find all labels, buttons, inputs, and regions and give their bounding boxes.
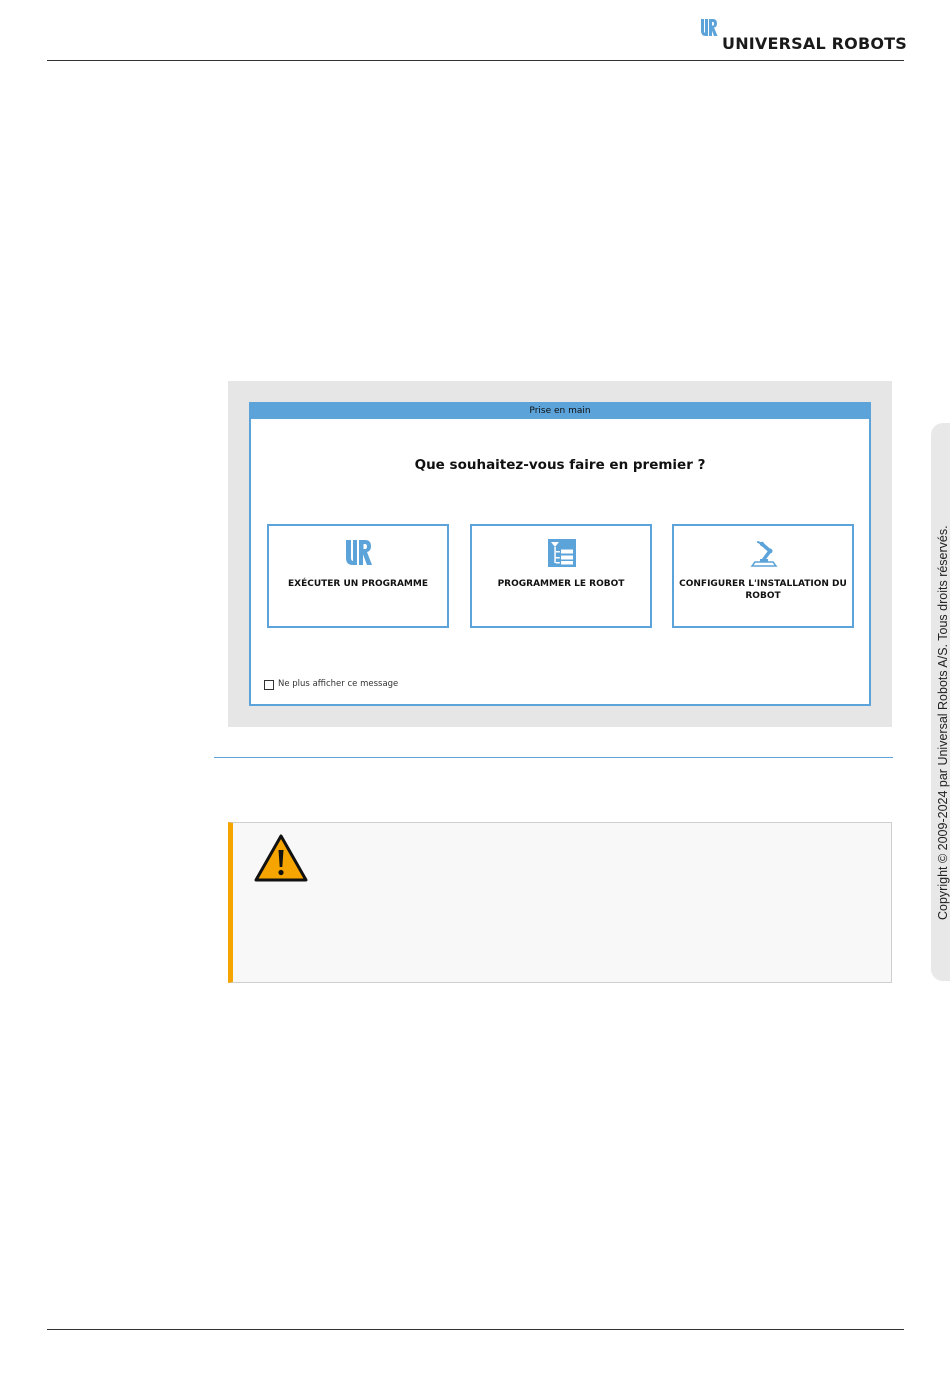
program-robot-label: PROGRAMMER LE ROBOT xyxy=(497,579,625,589)
configure-installation-button[interactable]: CONFIGURER L'INSTALLATION DU ROBOT xyxy=(672,524,854,628)
run-program-label: EXÉCUTER UN PROGRAMME xyxy=(288,579,428,589)
program-tree-icon xyxy=(548,539,576,567)
configure-installation-label: CONFIGURER L'INSTALLATION DU ROBOT xyxy=(679,579,847,601)
warning-box xyxy=(228,822,892,983)
footer-divider xyxy=(47,1329,904,1330)
header-divider xyxy=(47,60,904,61)
warning-triangle-icon xyxy=(254,834,308,882)
ur-logo-icon xyxy=(701,19,718,36)
copyright-text: Copyright © 2009-2024 par Universal Robo… xyxy=(936,525,950,920)
dialog-title: Prise en main xyxy=(251,404,869,419)
dont-show-checkbox[interactable] xyxy=(264,680,274,690)
program-robot-button[interactable]: PROGRAMMER LE ROBOT xyxy=(470,524,652,628)
ur-logo-icon xyxy=(346,540,372,565)
section-divider xyxy=(214,757,893,758)
side-copyright: Copyright © 2009-2024 par Universal Robo… xyxy=(936,525,950,940)
run-program-button[interactable]: EXÉCUTER UN PROGRAMME xyxy=(267,524,449,628)
dialog-question: Que souhaitez-vous faire en premier ? xyxy=(414,457,706,473)
getting-started-dialog: Prise en main Que souhaitez-vous faire e… xyxy=(249,402,871,706)
robot-arm-icon xyxy=(750,541,778,567)
brand-name: UNIVERSAL ROBOTS xyxy=(722,34,907,53)
dont-show-label: Ne plus afficher ce message xyxy=(278,679,399,689)
